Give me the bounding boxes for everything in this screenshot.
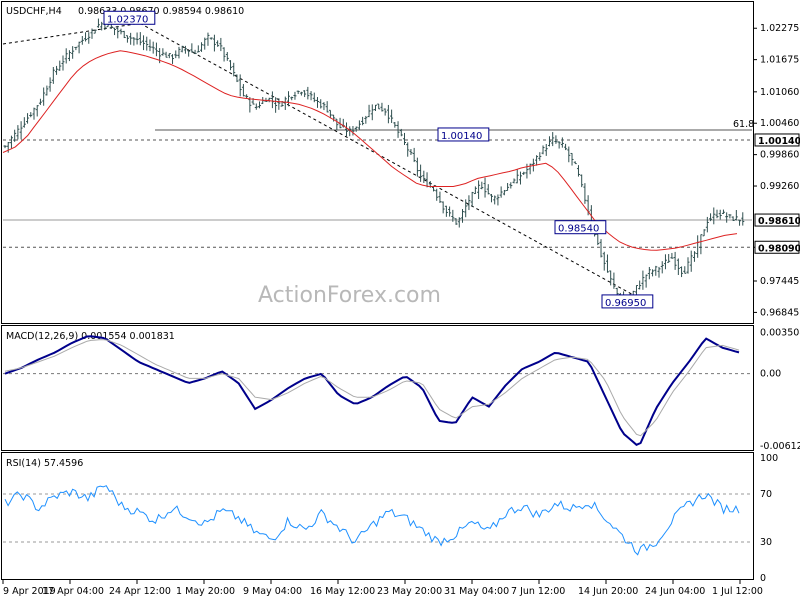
chart-root: USDCHF,H4 0.98633 0.98670 0.98594 0.9861…: [0, 0, 800, 600]
price-callout-label: 1.00140: [441, 131, 482, 142]
x-tick-label: 24 Apr 12:00: [109, 586, 171, 597]
price-axis-box-label: 0.98090: [758, 243, 800, 254]
rsi-series: [3, 485, 752, 556]
x-tick-label: 1 Jul 12:00: [712, 586, 763, 597]
x-tick-label: 24 Jun 04:00: [645, 586, 705, 597]
price-callout-label: 1.02370: [107, 14, 148, 25]
macd-line: [4, 335, 740, 446]
price-series: 61.8 1.02370 1.00140 0.98540 0.96950: [2, 10, 754, 309]
rsi-panel: [1, 452, 754, 580]
price-tick-label: 1.01675: [760, 55, 799, 66]
trend-line: [2, 22, 141, 45]
signal-line: [4, 339, 740, 437]
x-tick-label: 7 Jun 12:00: [511, 586, 565, 597]
x-tick-label: 23 May 20:00: [377, 586, 442, 597]
price-callout-label: 0.96950: [605, 298, 646, 309]
chart-canvas: USDCHF,H4 0.98633 0.98670 0.98594 0.9861…: [1, 1, 800, 597]
price-tick-label: 1.02275: [760, 23, 799, 34]
macd-tick-label: 0.00: [760, 369, 781, 380]
price-axis-box-label: 1.00140: [758, 136, 800, 147]
rsi-tick-label: 100: [760, 453, 778, 464]
symbol-header: USDCHF,H4: [6, 6, 62, 17]
macd-series: [3, 335, 752, 446]
price-callout-label: 0.98540: [558, 224, 599, 235]
x-tick-label: 9 May 04:00: [243, 586, 302, 597]
price-tick-label: 0.97445: [760, 276, 799, 287]
fib-level-label: 61.8: [733, 119, 754, 130]
x-tick-label: 16 May 12:00: [310, 586, 375, 597]
price-axis-box-label: 0.98610: [758, 216, 800, 227]
price-tick-label: 0.99260: [760, 181, 799, 192]
price-tick-label: 1.00460: [760, 118, 799, 129]
price-tick-label: 0.99860: [760, 150, 799, 161]
rsi-tick-label: 70: [760, 489, 772, 500]
price-tick-label: 0.96845: [760, 307, 799, 318]
x-tick-label: 17 Apr 04:00: [42, 586, 104, 597]
macd-tick-label: -0.006121: [760, 441, 800, 452]
ohlc-header: 0.98633 0.98670 0.98594 0.98610: [78, 6, 244, 17]
trend-line: [139, 22, 656, 308]
x-tick-label: 31 May 04:00: [444, 586, 509, 597]
price-tick-label: 1.01060: [760, 87, 799, 98]
rsi-tick-label: 0: [760, 573, 766, 584]
axes: 1.02275 1.01675 1.01060 1.00460 0.99860 0.992…: [2, 23, 800, 597]
rsi-tick-label: 30: [760, 537, 772, 548]
x-tick-label: 1 May 20:00: [176, 586, 235, 597]
rsi-line: [4, 485, 740, 556]
watermark: ActionForex.com: [258, 283, 441, 308]
rsi-title: RSI(14) 57.4596: [6, 458, 83, 469]
macd-tick-label: 0.003508: [760, 327, 800, 338]
price-panel: [1, 1, 754, 324]
x-tick-label: 14 Jun 20:00: [578, 586, 638, 597]
